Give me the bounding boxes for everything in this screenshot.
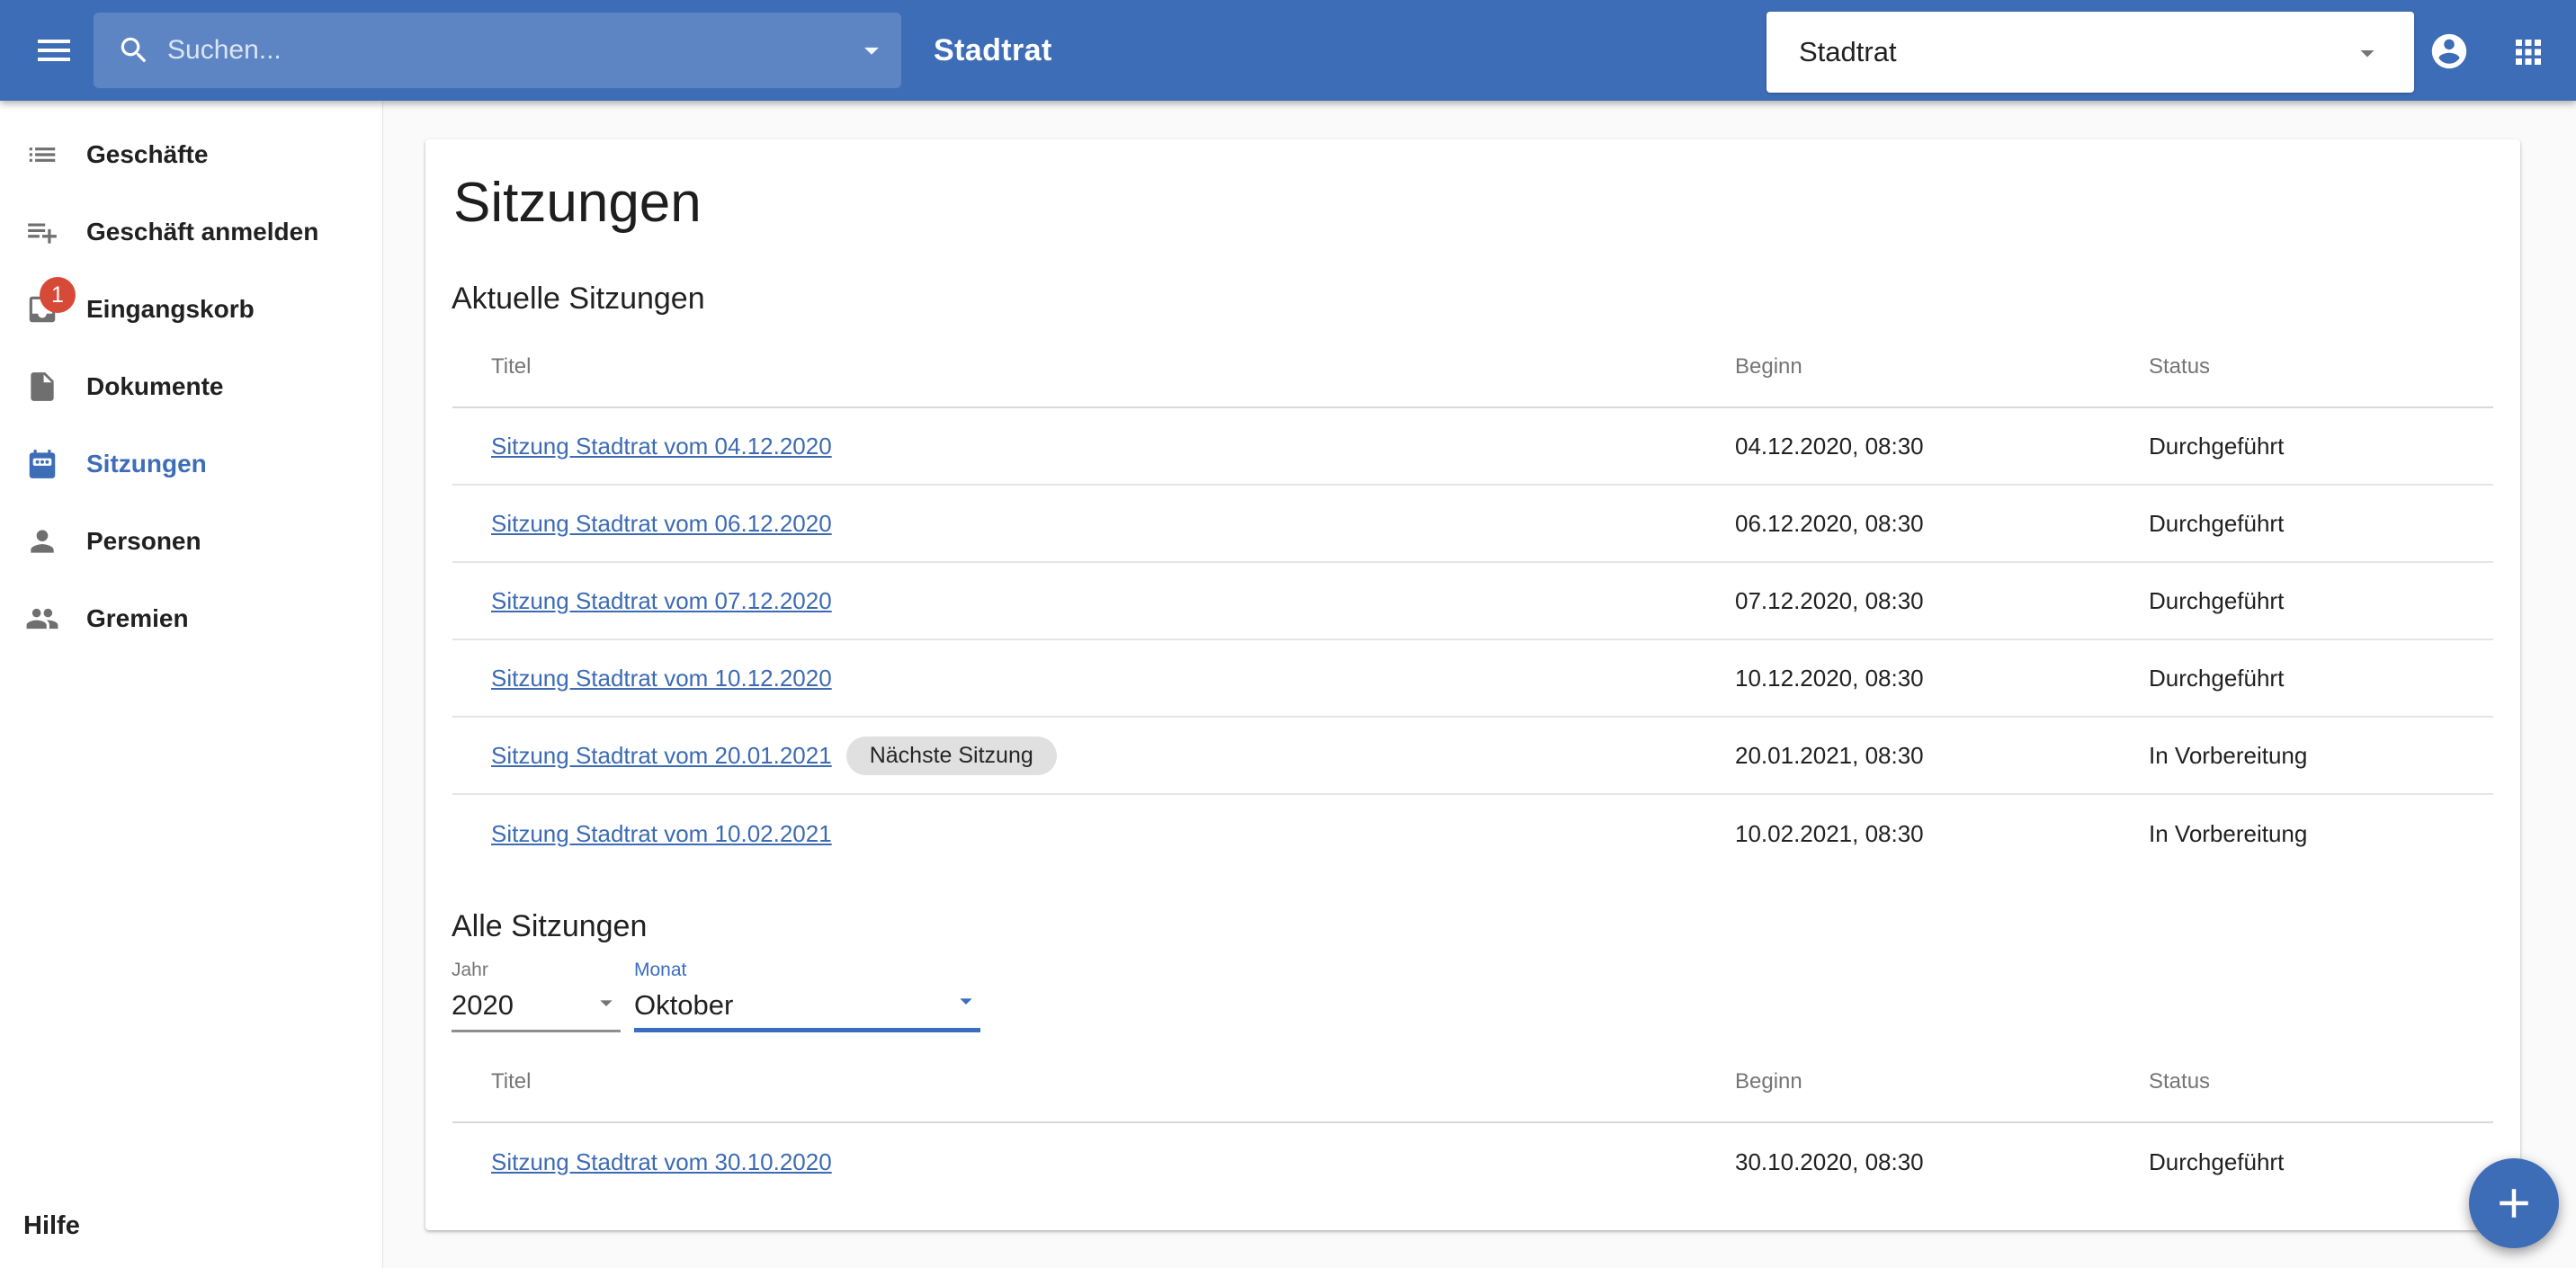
- hamburger-menu-button[interactable]: [32, 29, 76, 72]
- tenant-select[interactable]: Stadtrat: [1767, 12, 2414, 93]
- apps-grid-icon: [2509, 33, 2547, 71]
- column-header-status: Status: [2149, 1068, 2211, 1094]
- meeting-link[interactable]: Sitzung Stadtrat vom 06.12.2020: [491, 510, 832, 538]
- sidebar-item-personen[interactable]: Personen: [0, 503, 382, 580]
- meeting-status: Durchgeführt: [2149, 664, 2285, 692]
- all-meetings-heading: Alle Sitzungen: [452, 909, 648, 943]
- search-icon: [117, 33, 151, 67]
- all-meetings-table: Titel Beginn Status Sitzung Stadtrat vom…: [452, 1041, 2493, 1201]
- column-header-titel: Titel: [491, 1068, 532, 1094]
- sidebar-item-gremien[interactable]: Gremien: [0, 580, 382, 657]
- tenant-select-value: Stadtrat: [1799, 36, 1897, 67]
- column-header-status: Status: [2149, 353, 2211, 379]
- sidebar-item-geschaefte[interactable]: Geschäfte: [0, 116, 382, 193]
- meeting-status: Durchgeführt: [2149, 1147, 2285, 1175]
- table-header-row: Titel Beginn Status: [452, 1041, 2493, 1123]
- sidebar-item-eingangskorb[interactable]: 1 Eingangskorb: [0, 271, 382, 348]
- appbar: Stadtrat Stadtrat: [0, 0, 2576, 101]
- chevron-down-icon: [600, 1000, 613, 1006]
- search-input[interactable]: [167, 35, 854, 66]
- sidebar-item-label: Geschäfte: [86, 140, 209, 168]
- month-select-value: Oktober: [634, 989, 734, 1021]
- table-header-row: Titel Beginn Status: [452, 326, 2493, 408]
- next-meeting-chip: Nächste Sitzung: [845, 736, 1057, 775]
- plus-icon: [2490, 1179, 2538, 1228]
- meeting-link[interactable]: Sitzung Stadtrat vom 04.12.2020: [491, 433, 832, 460]
- global-search: [94, 13, 901, 88]
- menu-icon: [32, 29, 76, 72]
- meeting-begin: 10.12.2020, 08:30: [1735, 664, 1924, 692]
- table-row: Sitzung Stadtrat vom 30.10.2020 30.10.20…: [452, 1123, 2493, 1201]
- table-row: Sitzung Stadtrat vom 06.12.2020 06.12.20…: [452, 486, 2493, 563]
- table-row: Sitzung Stadtrat vom 07.12.2020 07.12.20…: [452, 563, 2493, 640]
- chevron-down-icon: [2351, 37, 2384, 69]
- add-meeting-fab[interactable]: [2469, 1158, 2559, 1248]
- column-header-beginn: Beginn: [1735, 1068, 1802, 1094]
- meetings-card: Sitzungen Aktuelle Sitzungen Titel Begin…: [425, 139, 2520, 1230]
- sidebar-item-sitzungen[interactable]: Sitzungen: [0, 425, 382, 503]
- year-select[interactable]: Jahr 2020: [452, 960, 621, 1032]
- table-row: Sitzung Stadtrat vom 20.01.2021 Nächste …: [452, 718, 2493, 795]
- person-icon: [25, 524, 59, 558]
- sidebar-item-label: Geschäft anmelden: [86, 218, 319, 246]
- sidebar-item-label: Dokumente: [86, 372, 224, 400]
- sidebar-item-geschaeft-anmelden[interactable]: Geschäft anmelden: [0, 193, 382, 271]
- month-select-label: Monat: [634, 960, 687, 980]
- current-meetings-heading: Aktuelle Sitzungen: [452, 281, 705, 316]
- inbox-icon: 1: [25, 277, 76, 326]
- current-meetings-table: Titel Beginn Status Sitzung Stadtrat vom…: [452, 326, 2493, 872]
- help-link[interactable]: Hilfe: [23, 1211, 80, 1241]
- account-circle-icon: [2428, 31, 2470, 72]
- meeting-status: In Vorbereitung: [2149, 819, 2308, 847]
- meeting-begin: 10.02.2021, 08:30: [1735, 819, 1924, 847]
- meeting-status: Durchgeführt: [2149, 586, 2285, 614]
- meeting-begin: 30.10.2020, 08:30: [1735, 1147, 1924, 1175]
- meeting-link[interactable]: Sitzung Stadtrat vom 07.12.2020: [491, 587, 832, 615]
- sidebar-item-label: Gremien: [86, 604, 189, 632]
- list-icon: [25, 138, 59, 172]
- meeting-begin: 04.12.2020, 08:30: [1735, 432, 1924, 460]
- sidebar-item-label: Eingangskorb: [86, 295, 255, 323]
- year-select-label: Jahr: [452, 960, 488, 980]
- meeting-link[interactable]: Sitzung Stadtrat vom 10.02.2021: [491, 820, 832, 848]
- table-row: Sitzung Stadtrat vom 10.02.2021 10.02.20…: [452, 795, 2493, 872]
- meeting-status: In Vorbereitung: [2149, 741, 2308, 769]
- month-select[interactable]: Monat Oktober: [634, 960, 980, 1032]
- account-button[interactable]: [2428, 31, 2470, 72]
- people-icon: [25, 602, 59, 636]
- column-header-beginn: Beginn: [1735, 353, 1802, 379]
- document-icon: [25, 370, 59, 404]
- meeting-status: Durchgeführt: [2149, 509, 2285, 537]
- column-header-titel: Titel: [491, 353, 532, 379]
- appbar-title: Stadtrat: [934, 32, 1052, 67]
- meeting-link[interactable]: Sitzung Stadtrat vom 10.12.2020: [491, 665, 832, 692]
- playlist-add-icon: [25, 215, 59, 249]
- meeting-link[interactable]: Sitzung Stadtrat vom 20.01.2021: [491, 742, 832, 770]
- sidebar: Geschäfte Geschäft anmelden 1 Eingangsko…: [0, 101, 383, 1268]
- chevron-down-icon: [960, 998, 972, 1005]
- search-dropdown-caret-icon[interactable]: [854, 33, 889, 67]
- apps-grid-button[interactable]: [2509, 33, 2547, 71]
- calendar-icon: [25, 447, 59, 481]
- sidebar-item-label: Personen: [86, 527, 201, 555]
- meeting-begin: 07.12.2020, 08:30: [1735, 586, 1924, 614]
- table-row: Sitzung Stadtrat vom 10.12.2020 10.12.20…: [452, 640, 2493, 718]
- table-row: Sitzung Stadtrat vom 04.12.2020 04.12.20…: [452, 408, 2493, 486]
- sidebar-item-label: Sitzungen: [86, 450, 207, 478]
- meeting-link[interactable]: Sitzung Stadtrat vom 30.10.2020: [491, 1148, 832, 1176]
- meeting-begin: 20.01.2021, 08:30: [1735, 741, 1924, 769]
- meeting-status: Durchgeführt: [2149, 432, 2285, 460]
- sidebar-item-dokumente[interactable]: Dokumente: [0, 348, 382, 425]
- inbox-count-badge: 1: [40, 277, 76, 313]
- meeting-begin: 06.12.2020, 08:30: [1735, 509, 1924, 537]
- page-title: Sitzungen: [453, 172, 702, 234]
